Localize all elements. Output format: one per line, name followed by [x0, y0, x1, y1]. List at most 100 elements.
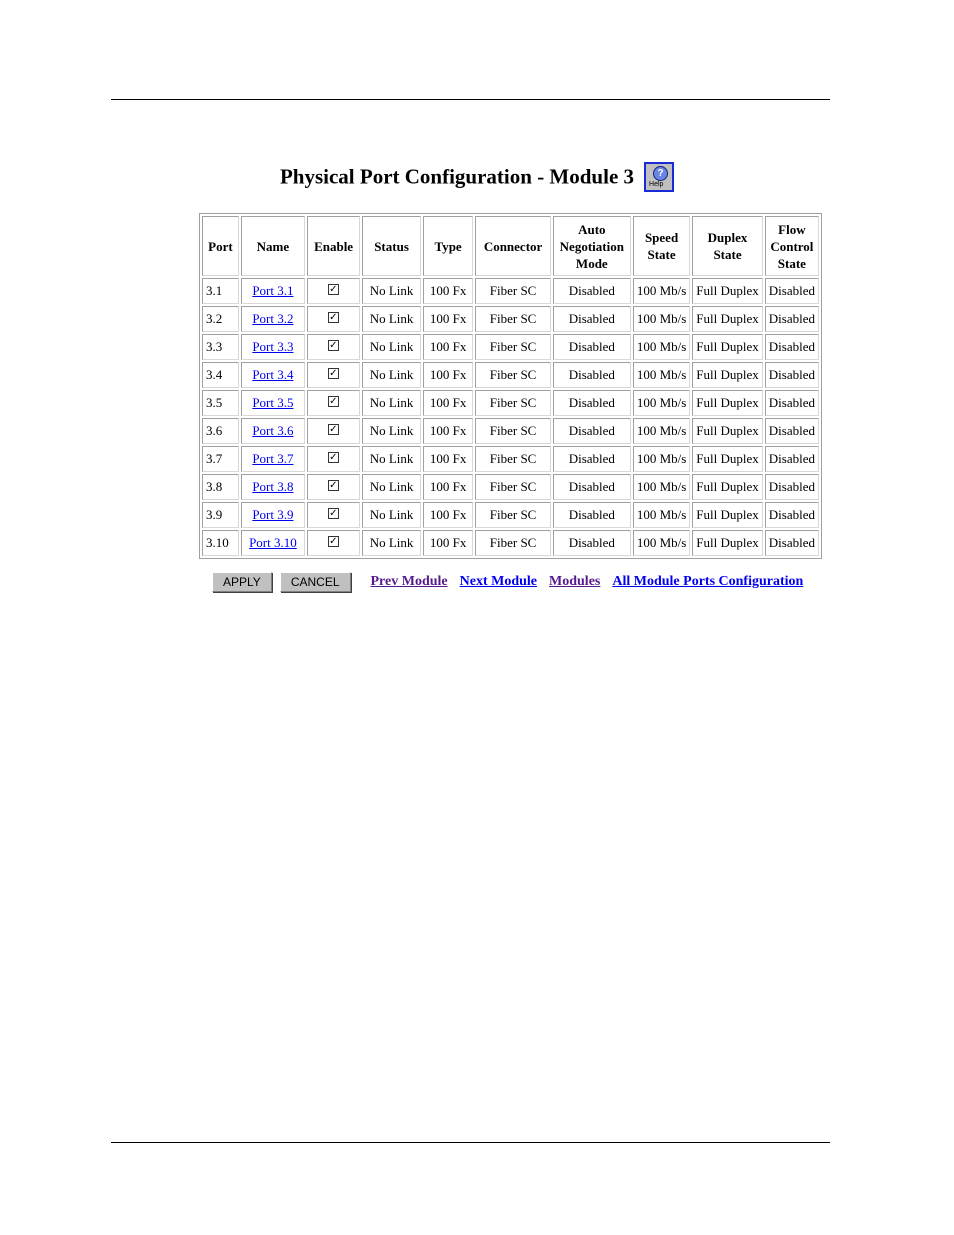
status-cell: No Link [362, 306, 421, 332]
port-name-link[interactable]: Port 3.2 [252, 311, 293, 326]
type-cell: 100 Fx [422, 530, 474, 556]
port-cell: 3.10 [202, 530, 239, 556]
port-cell: 3.2 [202, 306, 239, 332]
connector-cell: Fiber SC [475, 306, 551, 332]
status-cell: No Link [362, 362, 421, 388]
port-name-link[interactable]: Port 3.8 [252, 479, 293, 494]
speed-cell: 100 Mb/s [632, 474, 691, 500]
speed-cell: 100 Mb/s [632, 306, 691, 332]
duplex-cell: Full Duplex [692, 446, 763, 472]
help-button[interactable]: ? Help [644, 162, 675, 192]
flow-control-cell: Disabled [764, 446, 819, 472]
flow-control-cell: Disabled [764, 334, 819, 360]
next-module-link[interactable]: Next Module [460, 574, 537, 590]
auto-negotiation-cell: Disabled [552, 530, 631, 556]
enable-cell [306, 390, 361, 416]
speed-cell: 100 Mb/s [632, 502, 691, 528]
enable-checkbox[interactable] [328, 536, 340, 547]
col-speed: Speed State [632, 216, 691, 276]
page-title: Physical Port Configuration - Module 3 [279, 164, 635, 189]
enable-checkbox[interactable] [328, 424, 340, 435]
enable-checkbox[interactable] [328, 340, 340, 351]
cancel-button[interactable]: CANCEL [279, 572, 351, 592]
status-cell: No Link [362, 530, 421, 556]
prev-module-link[interactable]: Prev Module [371, 574, 448, 590]
col-name: Name [240, 216, 305, 276]
flow-control-cell: Disabled [764, 474, 819, 500]
enable-cell [306, 418, 361, 444]
table-row: 3.4 Port 3.4 No Link100 FxFiber SCDisabled… [202, 362, 819, 388]
enable-cell [306, 502, 361, 528]
speed-cell: 100 Mb/s [632, 530, 691, 556]
port-name-link[interactable]: Port 3.1 [252, 283, 293, 298]
enable-checkbox[interactable] [328, 368, 340, 379]
col-flow-control: Flow Control State [764, 216, 819, 276]
enable-checkbox[interactable] [328, 284, 340, 295]
modules-link[interactable]: Modules [549, 574, 600, 590]
duplex-cell: Full Duplex [692, 502, 763, 528]
type-cell: 100 Fx [422, 362, 474, 388]
connector-cell: Fiber SC [475, 418, 551, 444]
connector-cell: Fiber SC [475, 334, 551, 360]
duplex-cell: Full Duplex [692, 530, 763, 556]
type-cell: 100 Fx [422, 502, 474, 528]
action-bar: APPLY CANCEL Prev Module Next Module Mod… [212, 572, 803, 592]
connector-cell: Fiber SC [475, 278, 551, 304]
port-name-link[interactable]: Port 3.6 [252, 423, 293, 438]
port-cell: 3.4 [202, 362, 239, 388]
enable-checkbox[interactable] [328, 480, 340, 491]
enable-checkbox[interactable] [328, 508, 340, 519]
name-cell: Port 3.6 [240, 418, 305, 444]
auto-negotiation-cell: Disabled [552, 390, 631, 416]
connector-cell: Fiber SC [475, 446, 551, 472]
connector-cell: Fiber SC [475, 390, 551, 416]
enable-checkbox[interactable] [328, 396, 340, 407]
auto-negotiation-cell: Disabled [552, 474, 631, 500]
status-cell: No Link [362, 334, 421, 360]
name-cell: Port 3.8 [240, 474, 305, 500]
col-duplex: Duplex State [692, 216, 763, 276]
port-name-link[interactable]: Port 3.4 [252, 367, 293, 382]
connector-cell: Fiber SC [475, 474, 551, 500]
connector-cell: Fiber SC [475, 502, 551, 528]
col-enable: Enable [306, 216, 361, 276]
table-row: 3.9Port 3.9No Link100 FxFiber SCDisabled… [202, 502, 819, 528]
type-cell: 100 Fx [422, 446, 474, 472]
duplex-cell: Full Duplex [692, 278, 763, 304]
connector-cell: Fiber SC [475, 530, 551, 556]
duplex-cell: Full Duplex [692, 334, 763, 360]
enable-cell [306, 334, 361, 360]
status-cell: No Link [362, 474, 421, 500]
port-name-link[interactable]: Port 3.10 [249, 535, 297, 550]
port-cell: 3.3 [202, 334, 239, 360]
enable-checkbox[interactable] [328, 452, 340, 463]
flow-control-cell: Disabled [764, 278, 819, 304]
port-name-link[interactable]: Port 3.9 [252, 507, 293, 522]
name-cell: Port 3.7 [240, 446, 305, 472]
port-name-link[interactable]: Port 3.5 [252, 395, 293, 410]
all-module-ports-link[interactable]: All Module Ports Configuration [612, 574, 803, 590]
col-auto-negotiation: Auto Negotiation Mode [552, 216, 631, 276]
status-cell: No Link [362, 278, 421, 304]
enable-checkbox[interactable] [328, 312, 340, 323]
help-icon: ? [653, 166, 669, 181]
port-name-link[interactable]: Port 3.7 [252, 451, 293, 466]
top-rule [111, 99, 830, 100]
flow-control-cell: Disabled [764, 390, 819, 416]
auto-negotiation-cell: Disabled [552, 418, 631, 444]
port-cell: 3.5 [202, 390, 239, 416]
apply-button[interactable]: APPLY [212, 572, 272, 592]
speed-cell: 100 Mb/s [632, 334, 691, 360]
auto-negotiation-cell: Disabled [552, 278, 631, 304]
status-cell: No Link [362, 418, 421, 444]
flow-control-cell: Disabled [764, 502, 819, 528]
auto-negotiation-cell: Disabled [552, 334, 631, 360]
name-cell: Port 3.2 [240, 306, 305, 332]
auto-negotiation-cell: Disabled [552, 362, 631, 388]
table-row: 3.7Port 3.7No Link100 FxFiber SCDisabled… [202, 446, 819, 472]
enable-cell [306, 446, 361, 472]
enable-cell [306, 278, 361, 304]
port-name-link[interactable]: Port 3.3 [252, 339, 293, 354]
name-cell: Port 3.10 [240, 530, 305, 556]
connector-cell: Fiber SC [475, 362, 551, 388]
